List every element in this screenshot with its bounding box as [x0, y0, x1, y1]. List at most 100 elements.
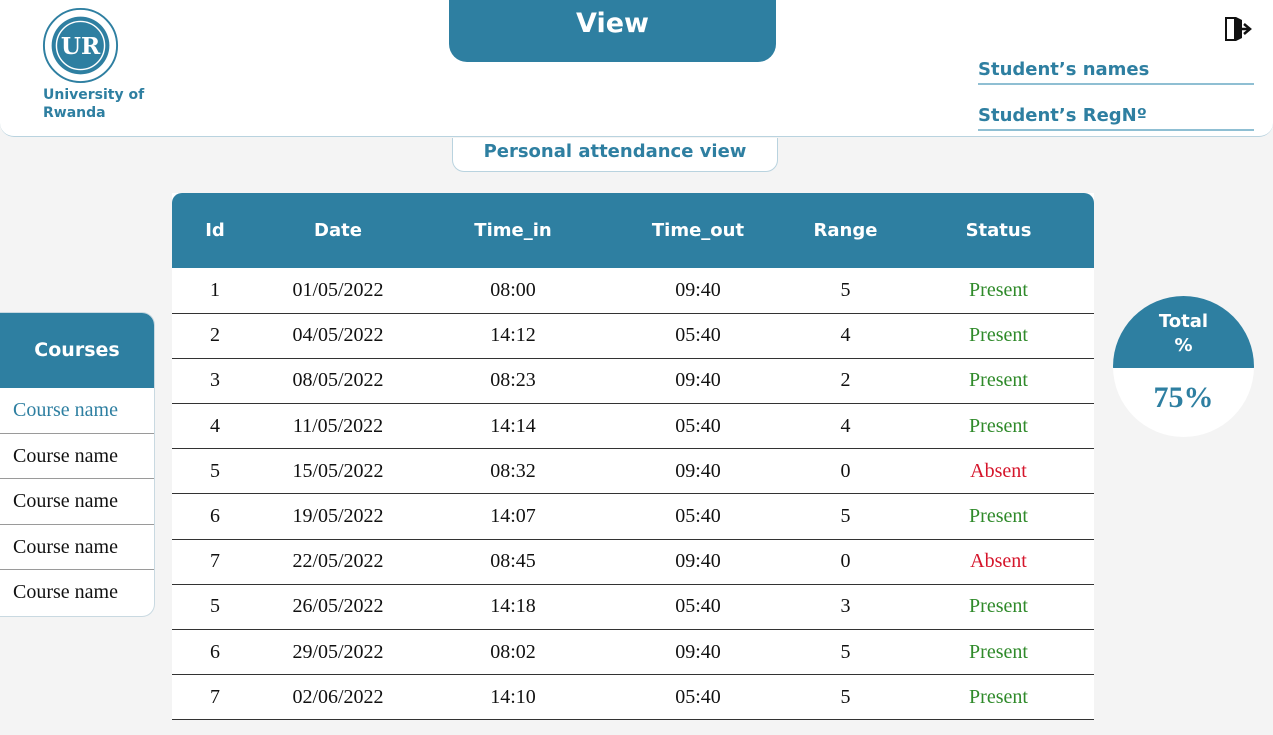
- total-value: 75%: [1153, 381, 1214, 414]
- course-item[interactable]: Course name: [0, 479, 154, 525]
- table-row: 4 11/05/2022 14:14 05:40 4 Present: [172, 404, 1094, 449]
- course-item[interactable]: Course name: [0, 434, 154, 480]
- cell-status: Present: [969, 278, 1028, 301]
- table-row: 6 19/05/2022 14:07 05:40 5 Present: [172, 494, 1094, 540]
- cell-id: 2: [210, 324, 220, 347]
- column-header-date: Date: [258, 193, 418, 268]
- cell-date: 11/05/2022: [292, 414, 384, 437]
- cell-time-in: 08:00: [490, 278, 536, 301]
- total-label-line2: %: [1174, 335, 1193, 356]
- attendance-table: Id Date Time_in Time_out Range Status 1 0…: [172, 193, 1094, 721]
- column-header-id: Id: [172, 193, 258, 268]
- cell-id: 5: [210, 595, 220, 618]
- university-logo: UR: [42, 7, 119, 84]
- cell-status: Present: [969, 324, 1028, 347]
- cell-time-out: 09:40: [675, 640, 721, 663]
- cell-date: 15/05/2022: [292, 459, 384, 482]
- cell-status: Present: [969, 640, 1028, 663]
- cell-time-out: 05:40: [675, 685, 721, 708]
- view-tab[interactable]: View: [449, 0, 776, 62]
- table-header-row: Id Date Time_in Time_out Range Status: [172, 193, 1094, 268]
- cell-time-out: 09:40: [675, 369, 721, 392]
- column-header-time-out: Time_out: [608, 193, 788, 268]
- cell-time-out: 09:40: [675, 550, 721, 573]
- table-row: 7 22/05/2022 08:45 09:40 0 Absent: [172, 539, 1094, 585]
- cell-status: Present: [969, 414, 1028, 437]
- course-item[interactable]: Course name: [0, 388, 154, 434]
- total-label-line1: Total: [1158, 311, 1209, 332]
- table-row: 5 26/05/2022 14:18 05:40 3 Present: [172, 584, 1094, 630]
- table-row: 3 08/05/2022 08:23 09:40 2 Present: [172, 358, 1094, 404]
- student-reg-field[interactable]: Student’s RegNº: [978, 103, 1254, 131]
- cell-status: Present: [969, 685, 1028, 708]
- cell-range: 5: [840, 685, 851, 708]
- cell-time-in: 14:07: [490, 505, 536, 528]
- cell-range: 5: [840, 505, 851, 528]
- column-header-range: Range: [788, 193, 903, 268]
- cell-time-in: 08:02: [490, 640, 536, 663]
- cell-time-in: 08:23: [490, 369, 536, 392]
- column-header-time-in: Time_in: [418, 193, 608, 268]
- page-subtitle: Personal attendance view: [452, 138, 778, 172]
- cell-id: 4: [210, 414, 220, 437]
- university-name: University of Rwanda: [43, 87, 145, 121]
- cell-range: 4: [840, 414, 851, 437]
- cell-time-in: 14:18: [490, 595, 536, 618]
- cell-date: 08/05/2022: [292, 369, 384, 392]
- courses-panel: Courses Course name Course name Course n…: [0, 313, 154, 616]
- cell-time-in: 08:32: [490, 459, 536, 482]
- cell-time-out: 05:40: [675, 324, 721, 347]
- table-row: 7 02/06/2022 14:10 05:40 5 Present: [172, 675, 1094, 720]
- cell-range: 4: [840, 324, 851, 347]
- cell-range: 5: [840, 278, 851, 301]
- cell-range: 2: [840, 369, 851, 392]
- cell-date: 19/05/2022: [292, 505, 384, 528]
- cell-date: 22/05/2022: [292, 550, 384, 573]
- cell-time-out: 05:40: [675, 414, 721, 437]
- cell-range: 0: [840, 550, 851, 573]
- cell-date: 04/05/2022: [292, 324, 384, 347]
- cell-range: 3: [840, 595, 851, 618]
- cell-time-in: 14:12: [490, 324, 536, 347]
- table-row: 2 04/05/2022 14:12 05:40 4 Present: [172, 313, 1094, 359]
- cell-status: Present: [969, 595, 1028, 618]
- cell-time-out: 05:40: [675, 505, 721, 528]
- cell-status: Absent: [970, 459, 1027, 482]
- table-row: 5 15/05/2022 08:32 09:40 0 Absent: [172, 449, 1094, 494]
- total-label: Total %: [1113, 296, 1254, 368]
- cell-time-out: 09:40: [675, 278, 721, 301]
- cell-id: 7: [210, 685, 220, 708]
- logo-monogram: UR: [61, 33, 101, 60]
- cell-range: 5: [840, 640, 851, 663]
- cell-date: 26/05/2022: [292, 595, 384, 618]
- cell-status: Absent: [970, 550, 1027, 573]
- column-header-status: Status: [903, 193, 1094, 268]
- cell-status: Present: [969, 369, 1028, 392]
- cell-date: 01/05/2022: [292, 278, 384, 301]
- cell-id: 6: [210, 505, 220, 528]
- cell-status: Present: [969, 505, 1028, 528]
- total-percentage-circle: Total % 75%: [1113, 296, 1254, 437]
- table-row: 6 29/05/2022 08:02 09:40 5 Present: [172, 630, 1094, 675]
- cell-range: 0: [840, 459, 851, 482]
- cell-id: 1: [210, 278, 220, 301]
- logout-icon[interactable]: [1222, 14, 1252, 44]
- cell-time-in: 08:45: [490, 550, 536, 573]
- cell-date: 02/06/2022: [292, 685, 384, 708]
- student-names-field[interactable]: Student’s names: [978, 57, 1254, 85]
- course-item[interactable]: Course name: [0, 525, 154, 571]
- cell-id: 6: [210, 640, 220, 663]
- cell-time-out: 05:40: [675, 595, 721, 618]
- cell-id: 3: [210, 369, 220, 392]
- attendance-table-body: 1 01/05/2022 08:00 09:40 5 Present 2 04/05/2022…: [172, 268, 1094, 720]
- cell-time-out: 09:40: [675, 459, 721, 482]
- cell-id: 5: [210, 459, 220, 482]
- cell-time-in: 14:14: [490, 414, 536, 437]
- cell-date: 29/05/2022: [292, 640, 384, 663]
- cell-id: 7: [210, 550, 220, 573]
- header-bar: UR University of Rwanda View Student’s n…: [0, 0, 1273, 137]
- cell-time-in: 14:10: [490, 685, 536, 708]
- table-row: 1 01/05/2022 08:00 09:40 5 Present: [172, 268, 1094, 314]
- courses-title: Courses: [0, 313, 154, 388]
- course-item[interactable]: Course name: [0, 570, 154, 616]
